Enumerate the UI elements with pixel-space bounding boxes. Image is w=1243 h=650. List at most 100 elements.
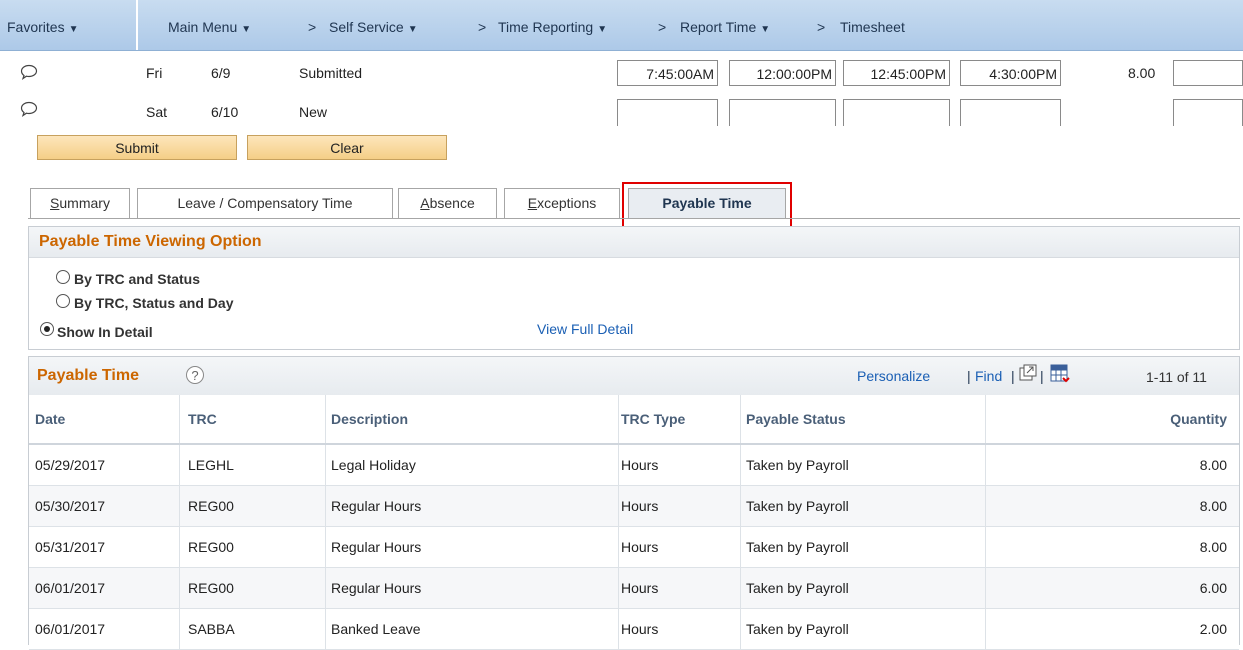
cell-date: 05/30/2017 xyxy=(35,498,106,514)
column-divider xyxy=(985,609,986,649)
breadcrumb-separator: > xyxy=(658,19,667,35)
column-divider xyxy=(618,609,619,649)
lunch-in-field[interactable] xyxy=(843,99,950,126)
table-row: 05/30/2017 REG00 Regular Hours Hours Tak… xyxy=(29,486,1239,527)
payable-time-grid: Payable Time ? Personalize | Find | | 1-… xyxy=(28,356,1240,650)
breadcrumb-label: Self Service xyxy=(329,19,404,35)
date-cell: 6/9 xyxy=(211,65,231,81)
tab-strip-divider xyxy=(28,218,1240,219)
breadcrumb-time-reporting[interactable]: Time Reporting ▼ xyxy=(498,19,607,35)
time-out-field[interactable] xyxy=(960,99,1061,126)
chevron-down-icon: ▼ xyxy=(597,24,608,35)
tab-access-key: S xyxy=(50,195,60,211)
cell-date: 05/31/2017 xyxy=(35,539,106,555)
col-header-quantity[interactable]: Quantity xyxy=(1170,411,1227,427)
tab-label: eave / Compensatory Time xyxy=(185,195,353,211)
column-divider xyxy=(740,395,741,443)
main-menu[interactable]: Main Menu ▼ xyxy=(168,19,251,35)
cell-quantity: 2.00 xyxy=(1199,621,1227,637)
status-cell: Submitted xyxy=(299,65,363,81)
cell-quantity: 8.00 xyxy=(1199,539,1227,555)
time-reporting-field[interactable] xyxy=(1173,99,1243,126)
radio-selected-dot xyxy=(44,326,50,332)
cell-date: 05/29/2017 xyxy=(35,457,106,473)
personalize-link[interactable]: Personalize xyxy=(857,368,930,384)
tab-absence[interactable]: Absence xyxy=(398,188,497,218)
column-divider xyxy=(985,568,986,608)
col-header-trc[interactable]: TRC xyxy=(188,411,217,427)
grid-header: Payable Time ? Personalize | Find | | 1-… xyxy=(29,357,1239,396)
cell-description: Legal Holiday xyxy=(331,457,416,473)
column-divider xyxy=(985,527,986,567)
breadcrumb-separator: > xyxy=(817,19,826,35)
cell-description: Regular Hours xyxy=(331,580,422,596)
cell-payable-status: Taken by Payroll xyxy=(746,621,849,637)
column-divider xyxy=(740,609,741,649)
comment-bubble-icon[interactable] xyxy=(20,64,38,83)
submit-button[interactable]: Submit xyxy=(37,135,237,160)
chevron-down-icon: ▼ xyxy=(68,24,79,35)
cell-payable-status: Taken by Payroll xyxy=(746,457,849,473)
row-range-indicator: 1-11 of 11 xyxy=(1146,369,1207,385)
find-link[interactable]: Find xyxy=(975,368,1002,384)
column-divider xyxy=(325,527,326,567)
breadcrumb-report-time[interactable]: Report Time ▼ xyxy=(680,19,770,35)
tab-access-key: A xyxy=(420,195,430,211)
radio-label: By TRC, Status and Day xyxy=(74,295,234,311)
cell-trc-type: Hours xyxy=(621,457,659,473)
time-reporting-field[interactable] xyxy=(1173,60,1243,86)
breadcrumb-timesheet[interactable]: Timesheet xyxy=(840,19,905,35)
time-out-field[interactable]: 4:30:00PM xyxy=(960,60,1061,86)
cell-quantity: 6.00 xyxy=(1199,580,1227,596)
cell-date: 06/01/2017 xyxy=(35,580,106,596)
tab-leave-compensatory-time[interactable]: Leave / Compensatory Time xyxy=(137,188,393,218)
main-menu-label: Main Menu xyxy=(168,19,238,35)
pipe-divider: | xyxy=(1040,368,1044,384)
radio-by-trc-status-day[interactable] xyxy=(56,294,70,308)
col-header-trc-type[interactable]: TRC Type xyxy=(621,411,685,427)
chevron-down-icon: ▼ xyxy=(760,24,771,35)
radio-by-trc-status[interactable] xyxy=(56,270,70,284)
col-header-payable-status[interactable]: Payable Status xyxy=(746,411,846,427)
column-divider xyxy=(179,486,180,526)
comment-bubble-icon[interactable] xyxy=(20,101,38,120)
lunch-out-field[interactable]: 12:00:00PM xyxy=(729,60,836,86)
new-window-icon[interactable] xyxy=(1019,364,1037,385)
tab-exceptions[interactable]: Exceptions xyxy=(504,188,620,218)
column-divider xyxy=(618,395,619,443)
radio-show-in-detail[interactable] xyxy=(40,322,54,336)
column-divider xyxy=(618,486,619,526)
column-divider xyxy=(325,395,326,443)
timesheet-row: Fri 6/9 Submitted 7:45:00AM 12:00:00PM 1… xyxy=(0,60,1243,88)
breadcrumb-self-service[interactable]: Self Service ▼ xyxy=(329,19,418,35)
favorites-label: Favorites xyxy=(7,19,65,35)
section-title: Payable Time Viewing Option xyxy=(39,233,262,250)
tab-label: xceptions xyxy=(537,195,597,211)
help-icon[interactable]: ? xyxy=(186,366,204,384)
chevron-down-icon: ▼ xyxy=(407,24,418,35)
highlight-box xyxy=(622,182,792,228)
time-in-field[interactable]: 7:45:00AM xyxy=(617,60,718,86)
col-header-date[interactable]: Date xyxy=(35,411,65,427)
col-header-description[interactable]: Description xyxy=(331,411,408,427)
table-row: 06/01/2017 REG00 Regular Hours Hours Tak… xyxy=(29,568,1239,609)
cell-trc: REG00 xyxy=(188,498,234,514)
view-full-detail-link[interactable]: View Full Detail xyxy=(537,321,633,337)
tab-summary[interactable]: Summary xyxy=(30,188,130,218)
cell-trc-type: Hours xyxy=(621,498,659,514)
time-in-field[interactable] xyxy=(617,99,718,126)
column-divider xyxy=(740,568,741,608)
cell-description: Regular Hours xyxy=(331,498,422,514)
cell-payable-status: Taken by Payroll xyxy=(746,580,849,596)
column-divider xyxy=(325,445,326,485)
cell-trc-type: Hours xyxy=(621,539,659,555)
timesheet-row: Sat 6/10 New xyxy=(0,99,1243,126)
download-spreadsheet-icon[interactable] xyxy=(1050,364,1070,387)
lunch-in-field[interactable]: 12:45:00PM xyxy=(843,60,950,86)
cell-payable-status: Taken by Payroll xyxy=(746,498,849,514)
favorites-menu[interactable]: Favorites ▼ xyxy=(7,19,78,35)
clear-button[interactable]: Clear xyxy=(247,135,447,160)
chevron-down-icon: ▼ xyxy=(241,24,252,35)
lunch-out-field[interactable] xyxy=(729,99,836,126)
cell-payable-status: Taken by Payroll xyxy=(746,539,849,555)
